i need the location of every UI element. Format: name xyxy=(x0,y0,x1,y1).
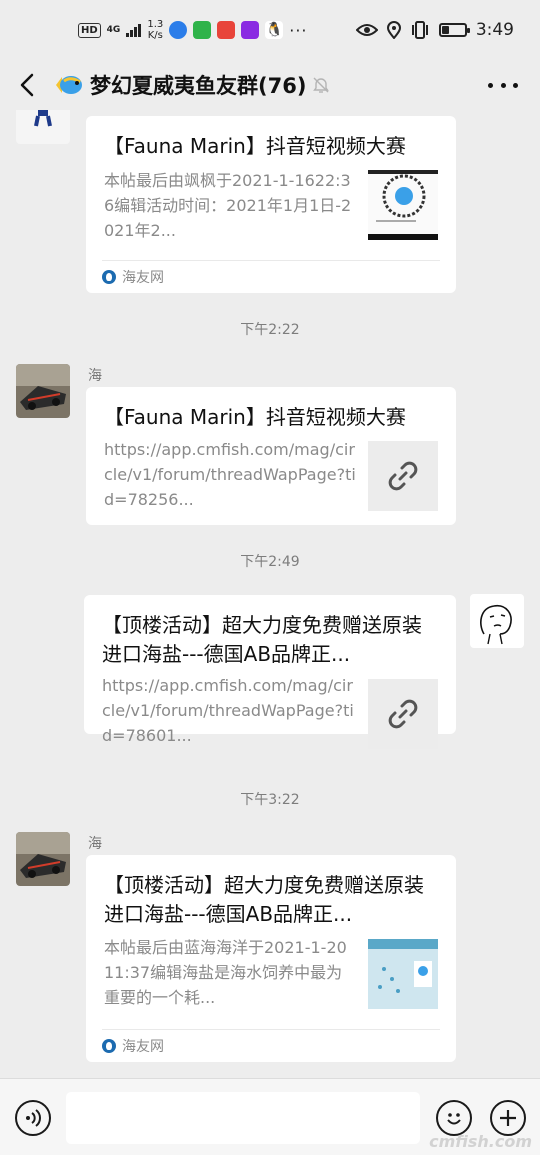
more-options-button[interactable] xyxy=(488,72,518,98)
card-title: 【顶楼活动】超大力度免费赠送原装进口海盐---德国AB品牌正... xyxy=(102,613,422,666)
input-bar: cmfish.com xyxy=(0,1078,540,1155)
card-description: https://app.cmfish.com/mag/circle/v1/for… xyxy=(102,676,354,745)
card-divider xyxy=(102,1029,440,1030)
voice-icon xyxy=(26,1109,41,1127)
sender-name: 海 xyxy=(88,368,102,384)
card-title: 【Fauna Marin】抖音短视频大赛 xyxy=(104,405,406,429)
group-name: 梦幻夏威夷鱼友群(76) xyxy=(90,74,307,98)
eye-icon xyxy=(355,24,378,36)
card-divider xyxy=(102,260,440,261)
mute-icon xyxy=(313,77,330,93)
plus-icon xyxy=(500,1110,516,1126)
avatar[interactable] xyxy=(16,110,70,144)
more-functions-button[interactable] xyxy=(490,1100,526,1136)
link-thumbnail xyxy=(368,441,438,511)
link-card[interactable]: 【Fauna Marin】抖音短视频大赛 https://app.cmfish.… xyxy=(86,387,456,525)
link-icon xyxy=(388,699,418,729)
emoji-icon xyxy=(447,1113,461,1125)
status-bar: HD 4G 1.3 K/s 🐧 ··· 3:49 xyxy=(0,0,540,60)
red-app-icon xyxy=(217,21,236,39)
network-type: 4G xyxy=(106,24,121,35)
link-card[interactable]: 【顶楼活动】超大力度免费赠送原装进口海盐---德国AB品牌正... 本帖最后由蓝… xyxy=(86,855,456,1062)
browser-app-icon xyxy=(169,21,188,39)
avatar[interactable] xyxy=(16,364,70,418)
qr-code-thumbnail xyxy=(368,170,438,240)
clock: 3:49 xyxy=(475,20,514,40)
link-icon xyxy=(388,461,418,491)
timestamp: 下午3:22 xyxy=(240,792,300,808)
back-arrow-icon xyxy=(20,73,34,97)
purple-app-icon xyxy=(241,21,260,39)
timestamp: 下午2:49 xyxy=(240,554,300,570)
location-icon xyxy=(386,21,401,39)
more-notifications-icon: ··· xyxy=(289,20,308,40)
store-app-icon xyxy=(193,21,212,39)
source: 海友网 xyxy=(102,1036,164,1056)
qq-icon: 🐧 xyxy=(265,21,284,39)
group-title[interactable]: 梦幻夏威夷鱼友群(76) xyxy=(54,70,330,100)
back-button[interactable] xyxy=(0,60,54,110)
hd-indicator: HD xyxy=(78,22,101,38)
link-card[interactable]: 【顶楼活动】超大力度免费赠送原装进口海盐---德国AB品牌正... https:… xyxy=(84,595,456,749)
timestamp: 下午2:22 xyxy=(240,322,300,338)
chat-header: 梦幻夏威夷鱼友群(76) xyxy=(0,60,540,110)
my-avatar[interactable] xyxy=(470,594,524,648)
article-thumbnail xyxy=(368,939,438,1009)
watermark: cmfish.com xyxy=(429,1132,532,1151)
source-name: 海友网 xyxy=(122,1039,164,1055)
card-title: 【顶楼活动】超大力度免费赠送原装进口海盐---德国AB品牌正... xyxy=(104,873,424,926)
source-name: 海友网 xyxy=(122,270,164,286)
link-card[interactable]: 【Fauna Marin】抖音短视频大赛 本帖最后由飒枫于2021-1-1622… xyxy=(86,116,456,293)
network-speed: 1.3 K/s xyxy=(147,19,164,41)
voice-button[interactable] xyxy=(15,1100,51,1136)
sender-name: 海 xyxy=(88,836,102,852)
source-logo-icon xyxy=(102,270,116,284)
signal-icon xyxy=(126,23,142,37)
card-title: 【Fauna Marin】抖音短视频大赛 xyxy=(104,134,406,158)
source-logo-icon xyxy=(102,1039,116,1053)
source: 海友网 xyxy=(102,267,164,287)
card-description: 本帖最后由蓝海海洋于2021-1-2011:37编辑海盐是海水饲养中最为重要的一… xyxy=(104,938,347,1007)
avatar[interactable] xyxy=(16,832,70,886)
vibrate-icon xyxy=(411,21,428,39)
message-input[interactable] xyxy=(66,1092,420,1144)
fish-emoji-icon xyxy=(56,76,82,94)
battery-icon xyxy=(438,23,470,37)
message-list[interactable]: 【Fauna Marin】抖音短视频大赛 本帖最后由飒枫于2021-1-1622… xyxy=(0,110,540,1078)
card-description: https://app.cmfish.com/mag/circle/v1/for… xyxy=(104,440,356,509)
emoji-button[interactable] xyxy=(436,1100,472,1136)
card-description: 本帖最后由飒枫于2021-1-1622:36编辑活动时间：2021年1月1日-2… xyxy=(104,171,352,240)
link-thumbnail xyxy=(368,679,438,749)
